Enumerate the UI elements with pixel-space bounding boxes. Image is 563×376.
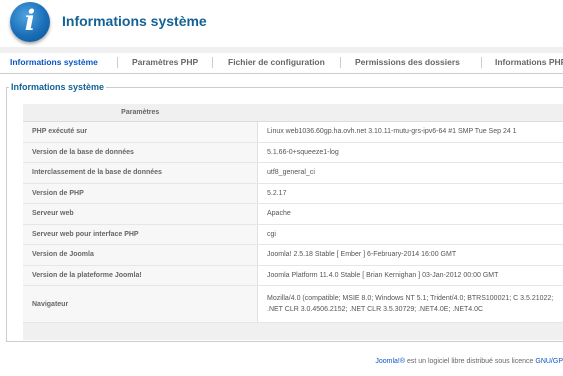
row-value: Joomla! 2.5.18 Stable [ Ember ] 6-Februa… — [257, 244, 563, 266]
tab-divider — [481, 57, 482, 68]
table-row: PHP exécuté sur Linux web1036.60gp.ha.ov… — [23, 121, 563, 143]
row-key: Serveur web — [23, 203, 258, 225]
table-row: Interclassement de la base de données ut… — [23, 162, 563, 184]
row-value: utf8_general_ci — [257, 162, 563, 184]
tab-bar: Informations système Paramètres PHP Fich… — [0, 53, 563, 74]
row-key: Navigateur — [23, 285, 258, 323]
tab-configuration-file[interactable]: Fichier de configuration — [228, 57, 325, 67]
footer-text: est un logiciel libre distribué sous lic… — [405, 358, 536, 365]
row-value: 5.1.66-0+squeeze1-log — [257, 142, 563, 163]
row-key: Serveur web pour interface PHP — [23, 224, 258, 245]
page-title: Informations système — [62, 13, 207, 29]
row-key: PHP exécuté sur — [23, 121, 258, 143]
tab-divider — [340, 57, 341, 68]
row-value: Mozilla/4.0 (compatible; MSIE 8.0; Windo… — [257, 285, 563, 323]
row-key: Interclassement de la base de données — [23, 162, 258, 184]
table-footer — [23, 322, 563, 340]
table-row: Navigateur Mozilla/4.0 (compatible; MSIE… — [23, 285, 563, 323]
row-value: 5.2.17 — [257, 183, 563, 204]
row-value: Linux web1036.60gp.ha.ovh.net 3.10.11-mu… — [257, 121, 563, 143]
table-footer-row — [23, 322, 563, 340]
row-key: Version de Joomla — [23, 244, 258, 266]
row-key: Version de PHP — [23, 183, 258, 204]
row-key: Version de la base de données — [23, 142, 258, 163]
table-row: Version de Joomla Joomla! 2.5.18 Stable … — [23, 244, 563, 266]
row-value: cgi — [257, 224, 563, 245]
row-key: Version de la plateforme Joomla! — [23, 265, 258, 286]
tab-system-info[interactable]: Informations système — [10, 57, 98, 67]
tab-divider — [212, 57, 213, 68]
page-footer: Joomla!® est un logiciel libre distribué… — [375, 358, 563, 365]
tab-directory-permissions[interactable]: Permissions des dossiers — [355, 57, 460, 67]
table-row: Version de la plateforme Joomla! Joomla … — [23, 265, 563, 286]
column-header-value — [257, 104, 563, 122]
tab-php-information[interactable]: Informations PHP — [495, 57, 563, 67]
page-header: i Informations système — [0, 0, 563, 47]
info-icon: i — [10, 2, 50, 42]
table-row: Serveur web pour interface PHP cgi — [23, 224, 563, 245]
table-row: Serveur web Apache — [23, 203, 563, 225]
joomla-link[interactable]: Joomla!® — [375, 358, 405, 365]
column-header-settings: Paramètres — [23, 104, 258, 122]
tab-divider — [117, 57, 118, 68]
tab-php-settings[interactable]: Paramètres PHP — [132, 57, 198, 67]
table-row: Version de PHP 5.2.17 — [23, 183, 563, 204]
row-value: Joomla Platform 11.4.0 Stable [ Brian Ke… — [257, 265, 563, 286]
section-legend: Informations système — [11, 82, 105, 92]
system-info-table: Paramètres PHP exécuté sur Linux web1036… — [23, 104, 563, 340]
row-value: Apache — [257, 203, 563, 225]
license-link[interactable]: GNU/GP — [535, 358, 563, 365]
table-row: Version de la base de données 5.1.66-0+s… — [23, 142, 563, 163]
